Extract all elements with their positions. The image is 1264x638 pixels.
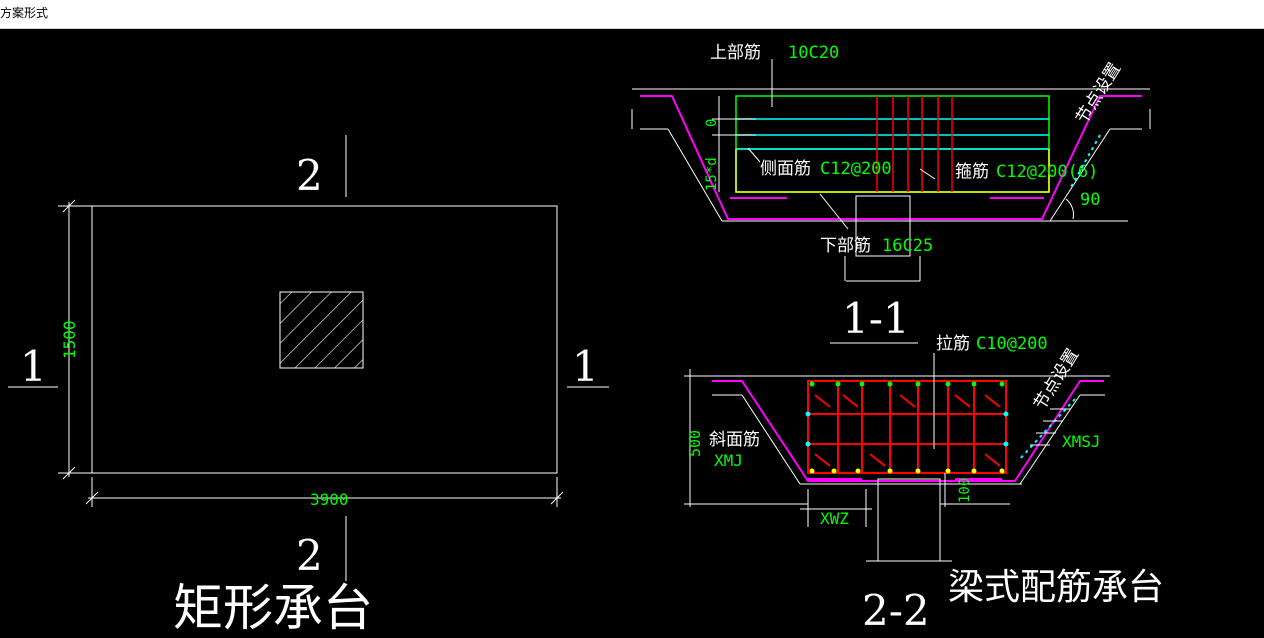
xwz-label: XWZ	[820, 509, 849, 528]
section-1-left-label: 1	[20, 342, 47, 391]
top-bar-value: 10C20	[788, 43, 839, 63]
node-setting-2-2: 节点设置	[1030, 345, 1083, 413]
dim-100: 100	[957, 478, 973, 503]
section-1-right-label: 1	[572, 342, 599, 391]
dim-width-label: 3900	[310, 490, 349, 509]
rebar-dots-side	[805, 411, 1009, 447]
rebar-grid-2-2	[807, 380, 1007, 474]
plan-caption: 矩形承台	[173, 579, 373, 634]
section-2-top-label: 2	[296, 151, 323, 200]
dim-500: 500	[686, 430, 704, 457]
stirrup-value: C12@200(6)	[996, 162, 1098, 182]
cad-drawing-canvas[interactable]: 2 2 1 1 1500 3900 矩形承台 0 15*d 上部筋 10C20 …	[0, 29, 1264, 637]
dim-15d: 15*d	[704, 157, 720, 191]
angle-90: 90	[1080, 190, 1100, 210]
tie-bar-value: C10@200	[976, 334, 1048, 354]
bottom-bar-label: 下部筋	[820, 236, 871, 256]
dim-zero: 0	[704, 119, 720, 127]
side-bar-label: 侧面筋	[760, 159, 811, 179]
column-hatch	[279, 291, 364, 369]
rebar-dots-top	[809, 381, 1005, 387]
section-2-2-view: 500 100 XWZ 拉筋 C10@200 斜面筋 XMJ 节点设置 XMSJ…	[684, 334, 1164, 635]
window-titlebar: 方案形式	[0, 0, 1264, 29]
dim-height-label: 1500	[60, 320, 79, 359]
slope-bar-label: 斜面筋	[709, 430, 760, 450]
xmj-label: XMJ	[714, 451, 743, 470]
bottom-bar-value: 16C25	[882, 236, 933, 256]
stirrup-label: 箍筋	[955, 162, 989, 182]
xmsj-label: XMSJ	[1062, 432, 1101, 451]
section-1-1-label: 1-1	[842, 294, 910, 343]
section-2-2-label: 2-2	[862, 586, 930, 634]
top-bar-label: 上部筋	[710, 43, 761, 63]
drawing-svg: 2 2 1 1 1500 3900 矩形承台 0 15*d 上部筋 10C20 …	[8, 43, 1164, 637]
side-bar-value: C12@200	[820, 159, 892, 179]
section-1-1-view: 0 15*d 上部筋 10C20 侧面筋 C12@200 箍筋 C12@200(…	[631, 43, 1151, 344]
window-title: 方案形式	[0, 6, 49, 20]
tie-bar-label: 拉筋	[936, 334, 970, 354]
beam-cap-caption: 梁式配筋承台	[948, 567, 1164, 608]
section-2-bottom-label: 2	[296, 531, 323, 580]
node-setting-1-1: 节点设置	[1072, 59, 1125, 127]
plan-view: 2 2 1 1 1500 3900 矩形承台	[8, 135, 609, 637]
